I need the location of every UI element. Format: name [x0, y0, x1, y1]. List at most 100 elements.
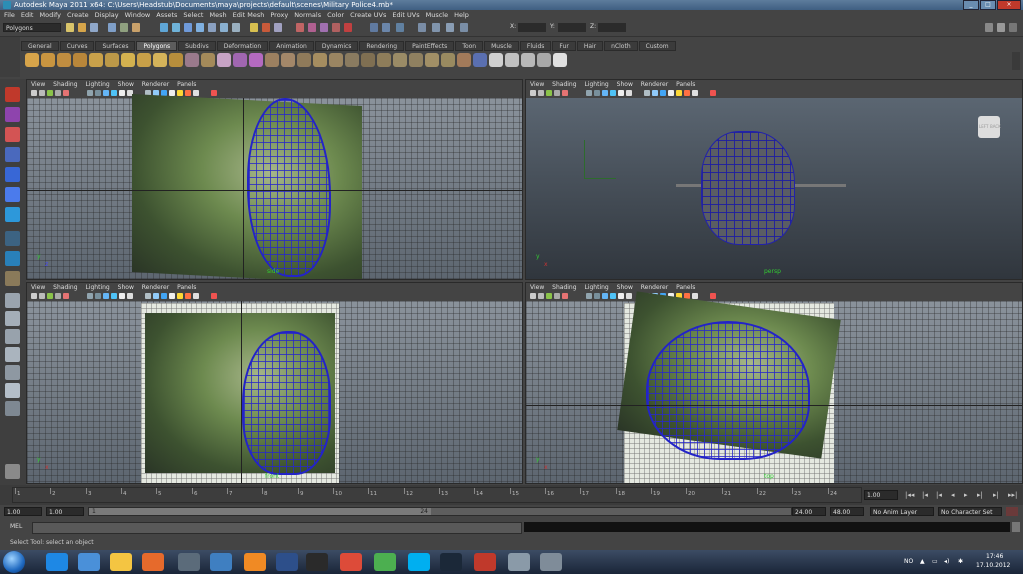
camera-attributes-icon[interactable] [39, 293, 45, 299]
resolution-gate-icon[interactable] [169, 293, 175, 299]
render-frame-icon[interactable] [262, 23, 270, 32]
menu-edit-uvs[interactable]: Edit UVs [392, 10, 419, 20]
command-input[interactable] [32, 522, 522, 534]
shelf-tab-curves[interactable]: Curves [59, 41, 95, 51]
two-d-pan-icon[interactable] [710, 90, 716, 96]
panel-menu-view[interactable]: View [31, 284, 45, 291]
field-chart-icon[interactable] [185, 90, 191, 96]
grid-toggle-icon[interactable] [562, 90, 568, 96]
character-set-dropdown[interactable]: No Character Set [938, 507, 1002, 516]
single-perspective-layout-icon[interactable] [5, 293, 20, 308]
rotate-tool-icon[interactable] [5, 167, 20, 182]
panel-menu-shading[interactable]: Shading [552, 81, 576, 88]
shelf-scroll[interactable] [1012, 52, 1020, 70]
wireframe-icon[interactable] [586, 293, 592, 299]
dota-icon[interactable] [474, 553, 496, 571]
cylindrical-mapping-icon[interactable] [521, 53, 535, 67]
select-camera-icon[interactable] [530, 293, 536, 299]
select-camera-icon[interactable] [31, 90, 37, 96]
bookmarks-icon[interactable] [546, 293, 552, 299]
z-field[interactable] [598, 23, 626, 32]
shelf-tab-animation[interactable]: Animation [269, 41, 314, 51]
make-live-icon[interactable] [208, 23, 216, 32]
playback-start-field[interactable]: 1.00 [46, 507, 84, 516]
chrome-icon[interactable] [340, 553, 362, 571]
tray-expand-icon[interactable]: ▲ [920, 558, 925, 565]
last-tool-icon[interactable] [5, 271, 20, 286]
step-forward-key-icon[interactable]: ▸| [993, 491, 999, 499]
media-player-icon[interactable] [78, 553, 100, 571]
panel-menu-panels[interactable]: Panels [676, 284, 695, 291]
shelf-tab-painteffects[interactable]: PaintEffects [405, 41, 455, 51]
viewport-canvas[interactable]: y z side [27, 93, 522, 279]
poly-soccer-ball-icon[interactable] [185, 53, 199, 67]
menu-window[interactable]: Window [125, 10, 151, 20]
lights-icon[interactable] [111, 293, 117, 299]
textured-icon[interactable] [602, 90, 608, 96]
shelf-tab-subdivs[interactable]: Subdivs [178, 41, 216, 51]
layout-four-icon[interactable] [446, 23, 454, 32]
snap-curve-icon[interactable] [172, 23, 180, 32]
move-tool-icon[interactable] [5, 147, 20, 162]
split-polygon-icon[interactable] [377, 53, 391, 67]
insert-edge-loop-icon[interactable] [393, 53, 407, 67]
planar-mapping-icon[interactable] [505, 53, 519, 67]
tray-app-icon[interactable]: ✱ [958, 558, 963, 565]
wireframe-icon[interactable] [586, 90, 592, 96]
shadows-icon[interactable] [119, 90, 125, 96]
xray-icon[interactable] [127, 293, 133, 299]
image-plane-icon[interactable] [554, 90, 560, 96]
skype-icon[interactable] [408, 553, 430, 571]
spherical-mapping-icon[interactable] [537, 53, 551, 67]
boolean-intersection-icon[interactable] [313, 53, 327, 67]
view-cube[interactable]: LEFT BACK [978, 116, 1001, 138]
combine-icon[interactable] [217, 53, 231, 67]
film-gate-icon[interactable] [660, 90, 666, 96]
poly-plane-icon[interactable] [89, 53, 103, 67]
bevel-icon[interactable] [457, 53, 471, 67]
panel-menu-renderer[interactable]: Renderer [641, 284, 668, 291]
current-frame-field[interactable]: 1.00 [864, 490, 898, 500]
gate-mask-icon[interactable] [676, 90, 682, 96]
dope-sheet-icon[interactable] [344, 23, 352, 32]
create-polygon-icon[interactable] [361, 53, 375, 67]
uv-texture-editor-icon[interactable] [553, 53, 567, 67]
viewport-canvas[interactable]: y x top [526, 291, 1022, 483]
textured-icon[interactable] [602, 293, 608, 299]
open-scene-icon[interactable] [78, 23, 86, 32]
textured-icon[interactable] [103, 90, 109, 96]
panel-menu-renderer[interactable]: Renderer [142, 284, 169, 291]
x-field[interactable] [518, 23, 546, 32]
volume-icon[interactable]: ◂) [944, 558, 949, 565]
select-camera-icon[interactable] [31, 293, 37, 299]
layout-icon[interactable] [418, 23, 426, 32]
clock-date[interactable]: 17.10.2012 [976, 562, 1010, 569]
network-icon[interactable]: ▭ [932, 558, 938, 565]
persp-graph-layout-icon[interactable] [5, 347, 20, 362]
snap-grid-icon[interactable] [160, 23, 168, 32]
panel-menu-show[interactable]: Show [118, 81, 134, 88]
input-language[interactable]: NO [904, 558, 913, 565]
channel-toggle-icon[interactable] [997, 23, 1005, 32]
shelf-tab-rendering[interactable]: Rendering [359, 41, 405, 51]
poly-cylinder-icon[interactable] [57, 53, 71, 67]
poly-torus-icon[interactable] [105, 53, 119, 67]
panel-menu-show[interactable]: Show [617, 284, 633, 291]
smooth-icon[interactable] [265, 53, 279, 67]
viewport-canvas[interactable]: LEFT BACK y x persp [526, 98, 1022, 279]
hypershade-icon[interactable] [308, 23, 316, 32]
play-backwards-icon[interactable]: ◂ [951, 491, 955, 499]
panel-menu-show[interactable]: Show [617, 81, 633, 88]
soft-mod-tool-icon[interactable] [5, 231, 20, 246]
ipr-render-icon[interactable] [274, 23, 282, 32]
boolean-difference-icon[interactable] [297, 53, 311, 67]
graph-editor-icon[interactable] [332, 23, 340, 32]
anim-layer-dropdown[interactable]: No Anim Layer [870, 507, 934, 516]
xray-icon[interactable] [626, 90, 632, 96]
firefox-icon[interactable] [142, 553, 164, 571]
panel-menu-panels[interactable]: Panels [177, 81, 196, 88]
maximize-button[interactable]: □ [980, 0, 996, 10]
step-forward-frame-icon[interactable]: ▸| [977, 491, 983, 499]
hypershade-layout-icon[interactable] [5, 365, 20, 380]
spotify-icon[interactable] [374, 553, 396, 571]
